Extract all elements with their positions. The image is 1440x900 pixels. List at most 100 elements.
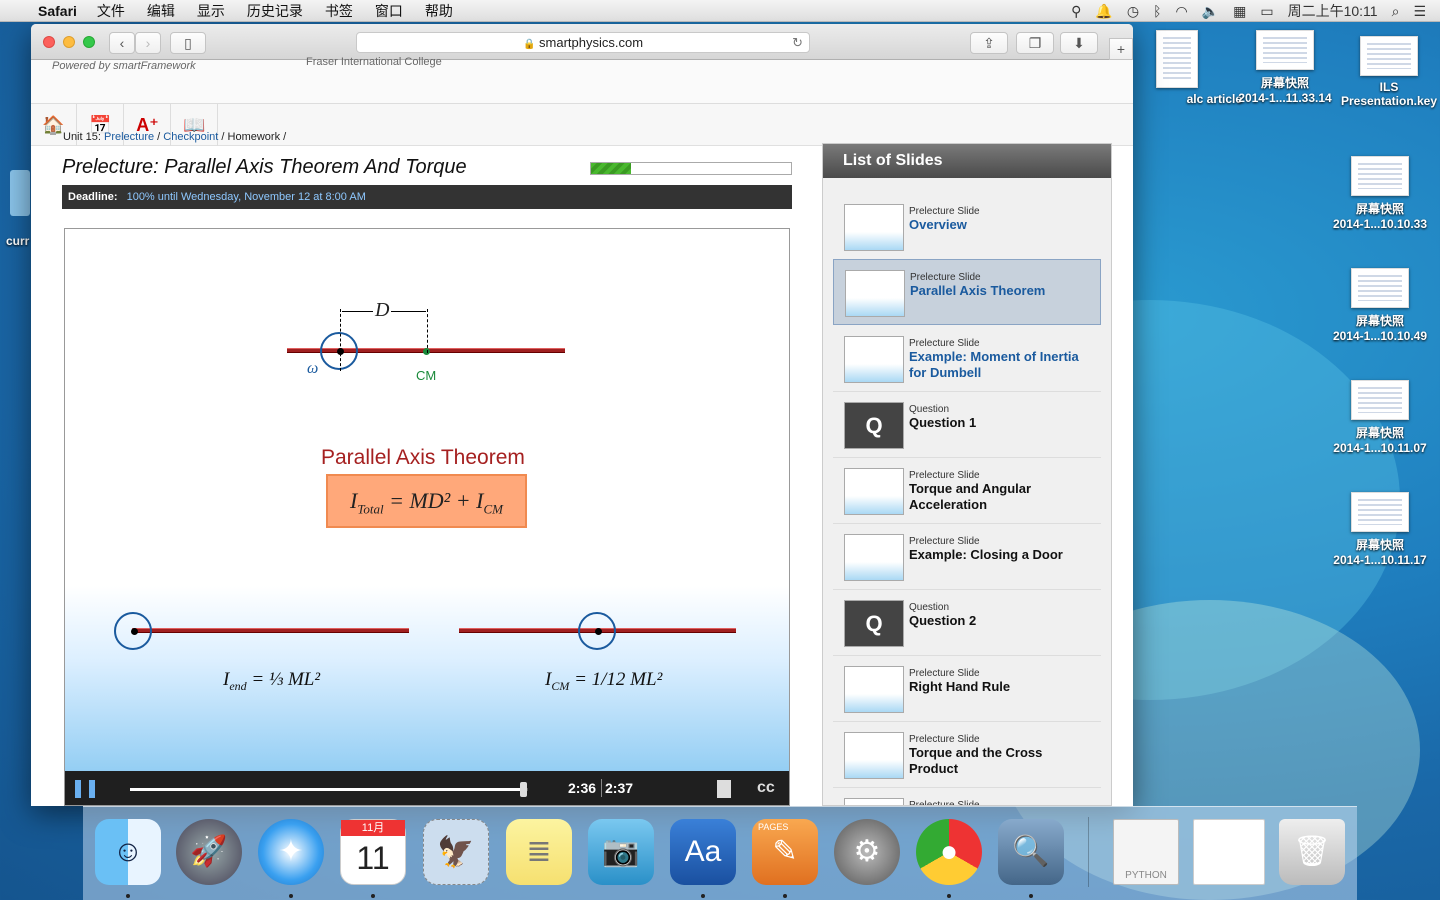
desktop-icon-screenshot-2[interactable]: 屏幕快照 2014-1...10.10.33 (1315, 156, 1440, 231)
desktop-icon-sublabel: 2014-1...10.11.17 (1333, 553, 1427, 567)
pages-icon[interactable]: PAGES ✎ (752, 819, 818, 885)
input-flag-icon[interactable]: ▦ (1233, 3, 1246, 20)
slide-kind: Question (909, 404, 950, 415)
breadcrumb-prelecture-link[interactable]: Prelecture (104, 131, 154, 143)
running-indicator (1029, 894, 1033, 898)
sidebar-button[interactable]: ▯ (170, 32, 206, 54)
new-tab-button[interactable]: + (1109, 38, 1133, 60)
site-header: Powered by smartFramework Fraser Interna… (31, 56, 1133, 104)
slide-kind: Prelecture Slide (909, 668, 980, 679)
close-button[interactable] (43, 36, 55, 48)
forward-button[interactable]: › (135, 32, 161, 54)
battery-icon[interactable]: ▭ (1260, 3, 1273, 20)
seek-fill (130, 788, 525, 791)
slide-thumb (844, 732, 904, 779)
mail-stamp-icon[interactable]: 🦅 (423, 819, 489, 885)
slide-list-item[interactable]: Prelecture Slide Torque and the Cross Pr… (833, 722, 1101, 788)
reload-icon[interactable]: ↻ (792, 33, 803, 52)
dock-divider (1088, 817, 1089, 887)
timemachine-icon[interactable]: ◷ (1127, 3, 1139, 20)
desktop-icon-screenshot-3[interactable]: 屏幕快照 2014-1...10.10.49 (1315, 268, 1440, 343)
iphoto-icon[interactable]: 📷 (588, 819, 654, 885)
time-divider (601, 779, 602, 797)
formula-end: Iend = ⅓ ML² (223, 669, 320, 694)
menu-window[interactable]: 窗口 (375, 1, 403, 21)
share-icon: ⇪ (983, 35, 995, 51)
deadline-bar: Deadline: 100% until Wednesday, November… (62, 185, 792, 209)
seek-bar[interactable] (130, 782, 528, 797)
system-preferences-icon[interactable]: ⚙ (834, 819, 900, 885)
slide-list-item[interactable]: Q Question Question 2 (833, 590, 1101, 656)
address-bar[interactable]: 🔒 smartphysics.com ↻ (356, 32, 810, 53)
search-icon[interactable]: ⌕ (1392, 3, 1400, 20)
transcript-button[interactable] (717, 780, 731, 798)
desktop-icon-presentation[interactable]: ILS Presentation.key (1324, 36, 1440, 108)
slide-thumb (844, 798, 904, 805)
breadcrumb-checkpoint-link[interactable]: Checkpoint (163, 131, 218, 143)
menu-view[interactable]: 显示 (197, 1, 225, 21)
safari-icon[interactable]: ✦ (258, 819, 324, 885)
breadcrumb-homework[interactable]: Homework (228, 131, 281, 143)
slide-list-item[interactable]: Prelecture Slide Overview (833, 194, 1101, 260)
menu-history[interactable]: 历史记录 (247, 1, 303, 21)
dictionary-icon[interactable]: Aa (670, 819, 736, 885)
desktop-icon-sublabel: 2014-1...10.10.49 (1332, 329, 1428, 343)
formula-center: ICM = 1/12 ML² (545, 669, 662, 694)
slide-name: Torque and the Cross Product (909, 745, 1043, 776)
minimize-button[interactable] (63, 36, 75, 48)
chrome-icon[interactable]: ● (916, 819, 982, 885)
bluetooth-icon[interactable]: ᛒ (1153, 3, 1161, 19)
slide-list-item[interactable]: Prelecture Slide Example: Closing a Door (833, 524, 1101, 590)
screenshot-stack-icon[interactable] (1193, 819, 1265, 885)
desktop-icon-label: 屏幕快照 (1355, 314, 1404, 328)
captions-button[interactable]: cc (757, 779, 775, 797)
distance-label: D (373, 299, 392, 322)
notification-icon[interactable]: 🔔 (1095, 3, 1112, 20)
pivot-point (131, 628, 138, 635)
menu-bookmarks[interactable]: 书签 (325, 1, 353, 21)
slide-list-item[interactable]: Prelecture Slide Right Hand Rule (833, 656, 1101, 722)
tabs-button[interactable]: ❐ (1016, 32, 1054, 54)
slide-list-item-active[interactable]: Prelecture Slide Parallel Axis Theorem (833, 259, 1101, 325)
wifi-icon[interactable]: ◠ (1175, 3, 1187, 20)
slide-list-item[interactable]: Q Question Question 1 (833, 392, 1101, 458)
slide-list-item[interactable]: Prelecture Slide Torque and Angular Acce… (833, 458, 1101, 524)
slide-kind: Prelecture Slide (909, 470, 980, 481)
trash-icon[interactable]: 🗑 (1279, 819, 1345, 885)
volume-icon[interactable]: 🔈 (1202, 3, 1219, 20)
python-file-icon[interactable]: PYTHON (1113, 819, 1179, 885)
launchpad-icon[interactable]: 🚀 (176, 819, 242, 885)
desktop-partial-icon[interactable] (10, 170, 30, 216)
url-text: smartphysics.com (539, 35, 644, 50)
calendar-app-icon[interactable]: 11月 11 (340, 819, 406, 885)
powered-by-text: Powered by smartFramework (52, 60, 196, 72)
zoom-button[interactable] (83, 36, 95, 48)
pause-button[interactable] (75, 780, 95, 798)
seek-handle[interactable] (520, 782, 528, 797)
desktop-icon-screenshot-4[interactable]: 屏幕快照 2014-1...10.11.07 (1315, 380, 1440, 455)
slide-list-item[interactable]: Prelecture Slide (833, 788, 1101, 805)
list-icon[interactable]: ☰ (1413, 3, 1426, 20)
pages-label: PAGES (758, 822, 789, 832)
slide-list-item[interactable]: Prelecture Slide Example: Moment of Iner… (833, 326, 1101, 392)
back-button[interactable]: ‹ (109, 32, 135, 54)
menu-file[interactable]: 文件 (97, 1, 125, 21)
running-indicator (126, 894, 130, 898)
menu-clock[interactable]: 周二上午10:11 (1288, 1, 1378, 21)
spotlight-icon[interactable]: ⚲ (1071, 3, 1081, 20)
slide-name: Example: Closing a Door (909, 547, 1063, 562)
downloads-button[interactable]: ⬇ (1060, 32, 1098, 54)
window-titlebar: ‹ › ▯ 🔒 smartphysics.com ↻ ⇪ ❐ ⬇ + (31, 24, 1133, 60)
menu-edit[interactable]: 编辑 (147, 1, 175, 21)
share-button[interactable]: ⇪ (970, 32, 1008, 54)
desktop-icon-label: 屏幕快照 (1355, 202, 1404, 216)
menu-app-name[interactable]: Safari (38, 3, 77, 19)
running-indicator (783, 894, 787, 898)
finder-icon[interactable]: ☺ (95, 819, 161, 885)
slide-viewer[interactable]: D ω CM Parallel Axis Theorem ITotal = MD… (64, 228, 790, 806)
menu-help[interactable]: 帮助 (425, 1, 453, 21)
preview-icon[interactable]: 🔍 (998, 819, 1064, 885)
desktop-icon-screenshot-5[interactable]: 屏幕快照 2014-1...10.11.17 (1315, 492, 1440, 567)
notes-icon[interactable]: ≣ (506, 819, 572, 885)
total-time: 2:37 (605, 780, 634, 796)
